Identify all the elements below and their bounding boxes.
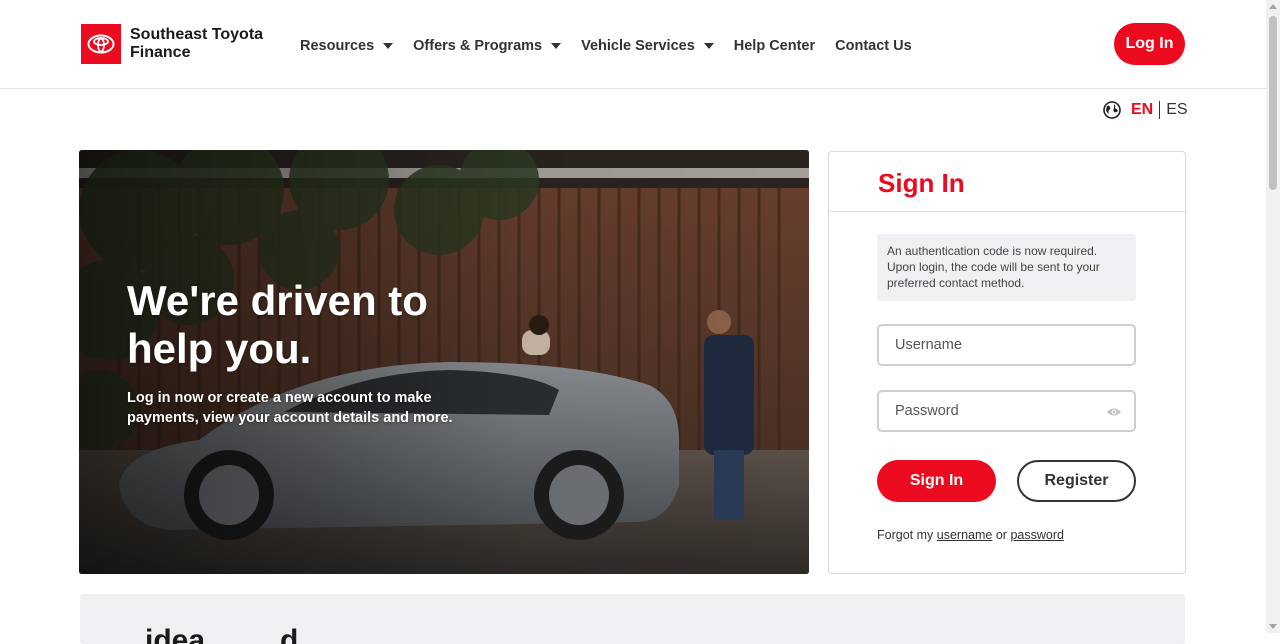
language-en[interactable]: EN: [1131, 101, 1153, 119]
forgot-password-link[interactable]: password: [1010, 528, 1064, 542]
nav-offers-label: Offers & Programs: [413, 38, 543, 54]
forgot-or: or: [995, 528, 1007, 542]
eye-icon[interactable]: [1106, 407, 1122, 417]
brand-name[interactable]: Southeast Toyota Finance: [130, 26, 280, 62]
nav-contact-us[interactable]: Contact Us: [835, 38, 912, 54]
card-divider: [829, 211, 1185, 212]
signin-button[interactable]: Sign In: [877, 460, 996, 502]
scroll-down-arrow-icon[interactable]: [1269, 624, 1277, 629]
register-button[interactable]: Register: [1017, 460, 1136, 502]
toyota-emblem-icon: [87, 34, 115, 54]
auth-notice: An authentication code is now required. …: [877, 234, 1136, 301]
signin-card: Sign In An authentication code is now re…: [828, 151, 1186, 574]
brand-name-line1: Southeast Toyota: [130, 26, 264, 43]
password-field[interactable]: [877, 390, 1136, 432]
chevron-down-icon: [383, 43, 394, 49]
nav-help-center[interactable]: Help Center: [734, 38, 815, 54]
username-field[interactable]: [877, 324, 1136, 366]
hero-subtitle: Log in now or create a new account to ma…: [127, 390, 453, 426]
chevron-down-icon: [551, 43, 562, 49]
username-input[interactable]: [895, 337, 1118, 353]
site-header: Southeast Toyota Finance Resources Offer…: [0, 0, 1266, 89]
main-nav: Resources Offers & Programs Vehicle Serv…: [300, 36, 932, 56]
hero-title: We're driven to help you.: [127, 277, 428, 372]
language-switcher: EN ES: [1103, 100, 1188, 120]
forgot-username-link[interactable]: username: [937, 528, 993, 542]
nav-offers-programs[interactable]: Offers & Programs: [413, 38, 562, 54]
hero-banner: We're driven to help you. Log in now or …: [79, 150, 809, 574]
chevron-down-icon: [703, 43, 714, 49]
info-section: ...idea.........d: [80, 594, 1185, 644]
brand-name-line2: Finance: [130, 44, 191, 61]
nav-resources-label: Resources: [300, 38, 375, 54]
password-input[interactable]: [895, 403, 1118, 419]
nav-vehicle-services-label: Vehicle Services: [581, 38, 695, 54]
scroll-up-arrow-icon[interactable]: [1269, 4, 1277, 9]
nav-vehicle-services[interactable]: Vehicle Services: [581, 38, 714, 54]
info-section-heading: ...idea.........d: [120, 624, 299, 644]
forgot-prefix: Forgot my: [877, 528, 934, 542]
login-button[interactable]: Log In: [1114, 23, 1185, 65]
nav-help-center-label: Help Center: [733, 38, 816, 54]
language-es[interactable]: ES: [1166, 101, 1187, 119]
page-scrollbar[interactable]: [1266, 0, 1280, 633]
toyota-logo-icon[interactable]: [81, 24, 121, 64]
language-divider: [1159, 101, 1161, 119]
scrollbar-thumb[interactable]: [1269, 16, 1277, 190]
signin-title: Sign In: [878, 168, 965, 198]
forgot-credentials: Forgot my username or password: [877, 528, 1064, 542]
nav-resources[interactable]: Resources: [300, 38, 394, 54]
globe-icon: [1103, 101, 1121, 119]
nav-contact-us-label: Contact Us: [835, 38, 912, 54]
